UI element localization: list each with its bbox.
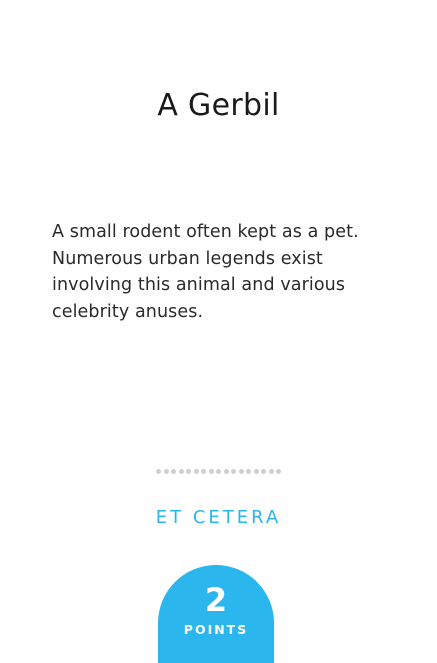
divider-dot: [178, 469, 184, 474]
card: A Gerbil A small rodent often kept as a …: [0, 0, 437, 663]
divider-dot: [223, 469, 229, 474]
points-badge: 2 POINTS: [158, 565, 274, 663]
card-description: A small rodent often kept as a pet. Nume…: [52, 222, 359, 322]
divider-dot: [246, 469, 251, 474]
divider-dots: [0, 469, 437, 475]
divider-dot: [163, 469, 169, 474]
divider-dot: [156, 469, 161, 474]
card-title: A Gerbil: [157, 88, 280, 123]
divider-dot: [193, 469, 199, 474]
divider-dot: [231, 469, 236, 474]
divider-dot: [268, 469, 274, 474]
divider-dot: [171, 469, 176, 474]
category-label: ET CETERA: [155, 507, 282, 528]
divider-dot: [208, 469, 214, 474]
divider-dot: [238, 469, 244, 474]
divider-dot: [186, 469, 191, 474]
points-value: 2: [204, 581, 228, 619]
divider-dot: [276, 469, 281, 474]
divider-dot: [201, 469, 206, 474]
points-label: POINTS: [183, 622, 249, 637]
divider-dot: [253, 469, 259, 474]
divider-dot: [261, 469, 266, 474]
divider-dot: [216, 469, 221, 474]
